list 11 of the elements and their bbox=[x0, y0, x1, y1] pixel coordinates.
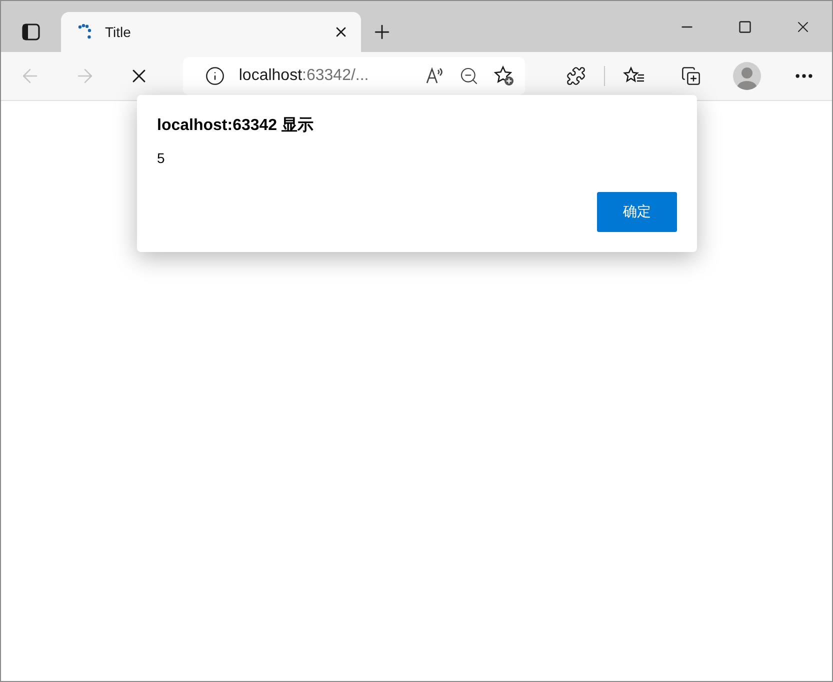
address-bar[interactable]: localhost:63342/... bbox=[182, 57, 526, 95]
url-text: localhost:63342/... bbox=[238, 67, 370, 85]
dialog-title: localhost:63342 显示 bbox=[157, 116, 314, 136]
browser-tab[interactable]: Title bbox=[61, 12, 361, 52]
avatar-icon[interactable] bbox=[733, 62, 762, 90]
info-icon[interactable] bbox=[204, 66, 225, 86]
zoom-out-icon[interactable] bbox=[459, 66, 480, 86]
tab-actions-icon[interactable] bbox=[22, 22, 40, 40]
ok-button[interactable]: 确定 bbox=[597, 192, 677, 232]
dialog-message: 5 bbox=[157, 150, 166, 166]
star-plus-icon[interactable] bbox=[493, 65, 516, 87]
